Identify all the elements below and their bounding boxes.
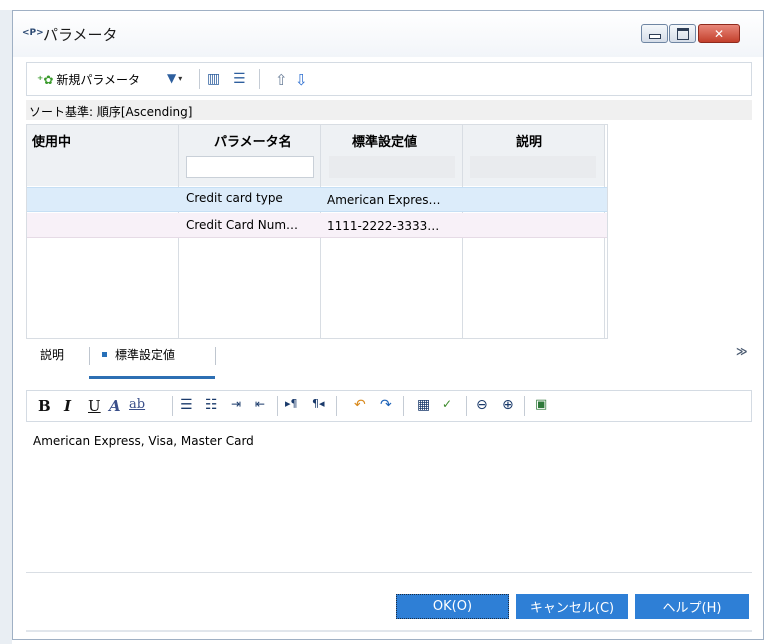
insert-table-icon[interactable]: ▦	[417, 397, 430, 413]
new-parameter-label: 新規パラメータ	[56, 73, 141, 87]
toolbar-separator	[277, 396, 278, 416]
properties-icon: ☰	[233, 71, 246, 87]
grid-select-button[interactable]: ▥	[207, 71, 220, 87]
parameter-name-cell: Credit Card Num…	[186, 218, 299, 232]
parameter-name-filter-input[interactable]	[186, 156, 314, 178]
maximize-button[interactable]	[669, 24, 696, 43]
parameter-name-cell: Credit card type	[186, 191, 283, 205]
dropdown-arrow-icon: ▾	[178, 73, 183, 83]
dialog-bottom-border	[26, 630, 752, 632]
help-button[interactable]: ヘルプ(H)	[635, 594, 749, 619]
default-value-cell: 1111-2222-3333…	[327, 219, 440, 233]
toolbar-separator	[172, 396, 173, 416]
column-header-in-use[interactable]: 使用中	[32, 131, 71, 150]
frame-shadow	[0, 10, 12, 644]
description-filter-input[interactable]	[470, 156, 596, 178]
active-tab-underline	[89, 376, 215, 379]
column-header-default-value[interactable]: 標準設定値	[352, 131, 417, 150]
font-color-button[interactable]: A	[109, 397, 121, 415]
default-value-cell: American Expres…	[327, 193, 441, 207]
new-parameter-button[interactable]: ⁺✿ 新規パラメータ	[37, 71, 140, 88]
minimize-button[interactable]	[641, 24, 668, 43]
bold-button[interactable]: B	[38, 397, 51, 415]
sort-label: ソート基準: 順序[Ascending]	[29, 105, 193, 119]
active-tab-marker-icon	[102, 352, 107, 357]
zoom-out-icon[interactable]: ⊖	[476, 397, 488, 413]
tab-default-value[interactable]: 標準設定値	[102, 346, 175, 363]
bullet-list-icon[interactable]: ☰	[180, 397, 193, 413]
grid-icon: ▥	[207, 71, 221, 87]
tab-separator	[89, 347, 90, 365]
tab-description[interactable]: 説明	[40, 346, 64, 363]
parameter-toolbar: ⁺✿ 新規パラメータ ▼ ▾ ▥ ☰ ⇧ ⇩	[26, 62, 752, 96]
outdent-icon[interactable]: ⇤	[255, 397, 265, 411]
move-down-icon: ⇩	[295, 71, 308, 89]
window-title: パラメータ	[43, 26, 118, 44]
toolbar-separator	[403, 396, 404, 416]
italic-button[interactable]: I	[64, 397, 71, 415]
cancel-button[interactable]: キャンセル(C)	[516, 594, 628, 619]
indent-icon[interactable]: ⇥	[231, 397, 241, 411]
move-up-icon: ⇧	[275, 71, 288, 89]
ok-button[interactable]: OK(O)	[396, 594, 509, 619]
redo-icon[interactable]: ↷	[380, 397, 392, 413]
zoom-in-icon[interactable]: ⊕	[502, 397, 514, 413]
column-header-description[interactable]: 説明	[516, 131, 542, 150]
column-header-parameter-name[interactable]: パラメータ名	[214, 131, 292, 150]
close-icon: ✕	[713, 26, 725, 41]
collapse-panel-icon[interactable]: ≫	[736, 345, 748, 358]
toolbar-separator	[466, 396, 467, 416]
filter-dropdown[interactable]: ▼ ▾	[167, 71, 182, 85]
ltr-direction-icon[interactable]: ▸¶	[285, 397, 298, 410]
minimize-icon	[648, 34, 661, 39]
editor-content[interactable]: American Express, Visa, Master Card	[33, 434, 254, 448]
properties-button[interactable]: ☰	[233, 71, 246, 87]
parameter-app-icon: <P>	[22, 28, 44, 38]
table-row[interactable]	[27, 187, 607, 212]
rtl-direction-icon[interactable]: ¶◂	[312, 397, 325, 410]
tab-default-value-label: 標準設定値	[115, 348, 176, 362]
source-view-icon[interactable]: ▣	[535, 397, 547, 412]
maximize-icon	[676, 27, 689, 40]
move-down-button[interactable]: ⇩	[295, 71, 308, 89]
new-parameter-icon: ⁺✿	[37, 72, 54, 87]
numbered-list-icon[interactable]: ☷	[205, 397, 218, 413]
toolbar-separator	[259, 69, 260, 89]
toolbar-separator	[524, 396, 525, 416]
highlight-button[interactable]: ab	[129, 397, 145, 412]
editor-bottom-divider	[26, 572, 752, 573]
default-value-filter-input[interactable]	[329, 156, 455, 178]
filter-icon: ▼	[167, 71, 177, 85]
toolbar-separator	[199, 69, 200, 89]
toolbar-separator	[336, 396, 337, 416]
table-row[interactable]	[27, 213, 607, 238]
underline-button[interactable]: U	[88, 397, 101, 415]
tab-separator	[215, 347, 216, 365]
spell-check-icon[interactable]: ✓	[442, 397, 452, 411]
close-button[interactable]: ✕	[698, 24, 740, 43]
undo-icon[interactable]: ↶	[354, 397, 366, 413]
move-up-button[interactable]: ⇧	[275, 71, 288, 89]
